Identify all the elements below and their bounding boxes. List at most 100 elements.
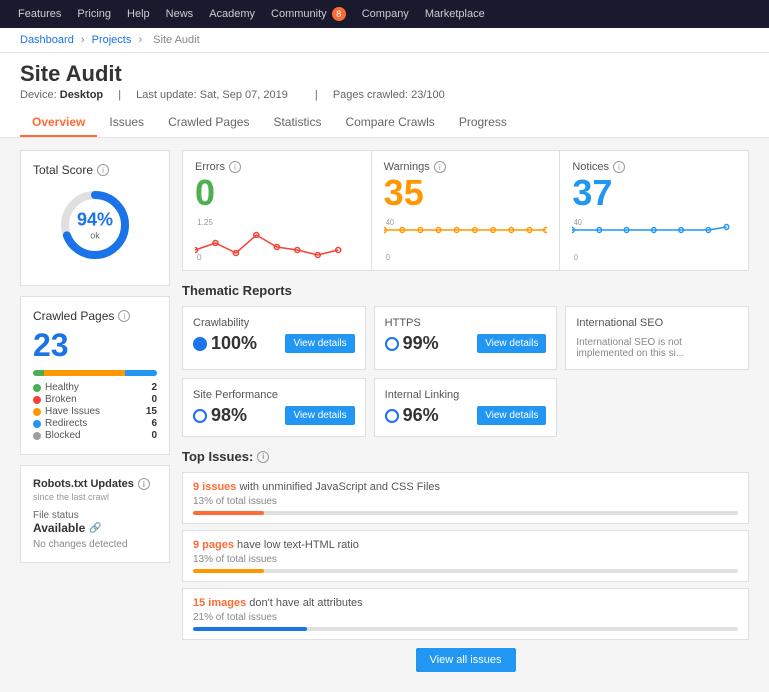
robots-card: Robots.txt Updates i since the last craw…: [20, 465, 170, 563]
top-issues-title: Top Issues: i: [182, 449, 749, 464]
issue-pct-2: 21% of total issues: [193, 612, 738, 623]
internal-linking-pct: 96%: [403, 405, 439, 426]
nav-academy[interactable]: Academy: [201, 0, 263, 28]
crawled-info-icon[interactable]: i: [118, 310, 130, 322]
top-navigation: Features Pricing Help News Academy Commu…: [0, 0, 769, 28]
legend-blocked: Blocked 0: [33, 430, 157, 441]
report-https-score-row: 99% View details: [385, 333, 547, 354]
score-card-title: Total Score i: [33, 163, 157, 177]
tab-issues[interactable]: Issues: [97, 109, 156, 137]
report-crawlability-score: 100%: [193, 333, 257, 354]
svg-text:40: 40: [574, 218, 582, 227]
pages-crawled: Pages crawled: 23/100: [333, 89, 445, 101]
nav-news[interactable]: News: [158, 0, 202, 28]
score-label: ok: [77, 231, 113, 241]
internal-linking-view-details[interactable]: View details: [477, 406, 546, 425]
nav-features[interactable]: Features: [10, 0, 69, 28]
blocked-dot: [33, 432, 41, 440]
nav-pricing[interactable]: Pricing: [69, 0, 119, 28]
issue-text-2: 15 images don't have alt attributes: [193, 597, 738, 609]
issue-pct-0: 13% of total issues: [193, 496, 738, 507]
svg-text:0: 0: [197, 253, 202, 260]
internal-linking-circle: [385, 409, 399, 423]
issue-text-1: 9 pages have low text-HTML ratio: [193, 539, 738, 551]
nav-help[interactable]: Help: [119, 0, 158, 28]
issue-count-2: 15 images: [193, 597, 246, 609]
page-tabs: Overview Issues Crawled Pages Statistics…: [20, 109, 749, 137]
svg-text:0: 0: [385, 253, 389, 260]
tab-crawled-pages[interactable]: Crawled Pages: [156, 109, 261, 137]
report-internal-linking-title: Internal Linking: [385, 389, 547, 401]
report-https-score: 99%: [385, 333, 439, 354]
performance-pct: 98%: [211, 405, 247, 426]
tab-compare-crawls[interactable]: Compare Crawls: [333, 109, 446, 137]
warnings-sparkline: 40 0: [384, 215, 548, 260]
svg-text:1.25: 1.25: [197, 218, 213, 227]
robots-info-icon[interactable]: i: [138, 478, 150, 490]
view-all-issues-button[interactable]: View all issues: [416, 648, 516, 672]
issue-text-0: 9 issues with unminified JavaScript and …: [193, 481, 738, 493]
robots-subtitle: since the last crawl: [33, 492, 157, 502]
notices-metric: Notices i 37: [560, 151, 748, 270]
warnings-metric: Warnings i 35: [372, 151, 561, 270]
crawled-title: Crawled Pages i: [33, 309, 157, 323]
errors-metric: Errors i 0: [183, 151, 372, 270]
svg-text:0: 0: [574, 253, 578, 260]
report-https-title: HTTPS: [385, 317, 547, 329]
report-internal-linking-score: 96%: [385, 405, 439, 426]
nav-company[interactable]: Company: [354, 0, 417, 28]
crawlability-view-details[interactable]: View details: [285, 334, 354, 353]
svg-text:40: 40: [385, 218, 393, 227]
errors-sparkline: 1.25 0: [195, 215, 359, 260]
thematic-reports-title: Thematic Reports: [182, 283, 749, 298]
breadcrumb-projects[interactable]: Projects: [92, 34, 132, 46]
issue-item-1: 9 pages have low text-HTML ratio 13% of …: [182, 530, 749, 582]
tab-progress[interactable]: Progress: [447, 109, 519, 137]
file-link-icon[interactable]: 🔗: [89, 523, 101, 534]
page-meta: Device: Desktop | Last update: Sat, Sep …: [20, 89, 749, 101]
healthy-dot: [33, 384, 41, 392]
progress-bar-multi: [33, 370, 157, 376]
file-status-label: File status: [33, 510, 157, 521]
crawled-pages-card: Crawled Pages i 23 Healthy: [20, 296, 170, 455]
issue-item-0: 9 issues with unminified JavaScript and …: [182, 472, 749, 524]
crawled-progress-bar: [33, 370, 157, 376]
notices-value: 37: [572, 175, 736, 211]
performance-view-details[interactable]: View details: [285, 406, 354, 425]
issue-count-1: 9 pages: [193, 539, 234, 551]
issues-info-icon[interactable]: i: [257, 451, 269, 463]
report-crawlability-score-row: 100% View details: [193, 333, 355, 354]
donut-text: 94% ok: [77, 210, 113, 241]
https-view-details[interactable]: View details: [477, 334, 546, 353]
crawled-number: 23: [33, 327, 157, 364]
redirects-dot: [33, 420, 41, 428]
report-internal-linking: Internal Linking 96% View details: [374, 378, 558, 437]
cards-row: Total Score i 94% ok: [20, 150, 749, 680]
https-pct: 99%: [403, 333, 439, 354]
issue-bar-0: [193, 511, 264, 515]
issue-bar-2: [193, 627, 307, 631]
score-card: Total Score i 94% ok: [20, 150, 170, 286]
breadcrumb-dashboard[interactable]: Dashboard: [20, 34, 74, 46]
tab-overview[interactable]: Overview: [20, 109, 97, 137]
warnings-info-icon[interactable]: i: [434, 161, 446, 173]
breadcrumb: Dashboard › Projects › Site Audit: [0, 28, 769, 53]
nav-community[interactable]: Community 8: [263, 0, 354, 28]
nav-marketplace[interactable]: Marketplace: [417, 0, 493, 28]
report-https: HTTPS 99% View details: [374, 306, 558, 370]
donut-chart-container: 94% ok: [33, 185, 157, 265]
broken-dot: [33, 396, 41, 404]
issue-pct-1: 13% of total issues: [193, 554, 738, 565]
legend-have-issues: Have Issues 15: [33, 406, 157, 417]
tab-statistics[interactable]: Statistics: [261, 109, 333, 137]
issue-count-0: 9 issues: [193, 481, 236, 493]
issue-bar-container-2: [193, 627, 738, 631]
notices-info-icon[interactable]: i: [613, 161, 625, 173]
errors-info-icon[interactable]: i: [229, 161, 241, 173]
issues-dot: [33, 408, 41, 416]
report-internal-linking-score-row: 96% View details: [385, 405, 547, 426]
report-intl-seo-note: International SEO is not implemented on …: [576, 333, 738, 359]
main-content: Total Score i 94% ok: [0, 138, 769, 692]
crawled-legend: Healthy 2 Broken 0 Hav: [33, 382, 157, 441]
score-info-icon[interactable]: i: [97, 164, 109, 176]
